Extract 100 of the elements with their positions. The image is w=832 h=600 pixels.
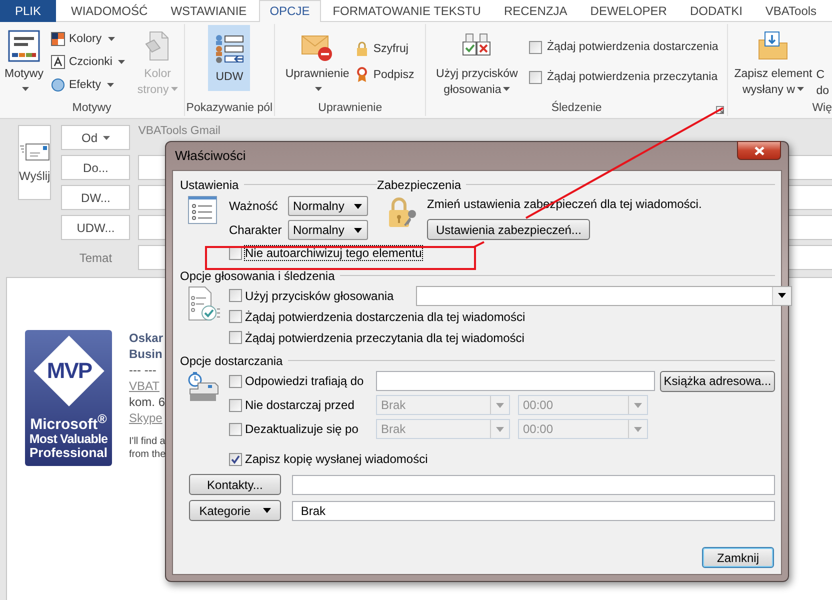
checkbox-label: Nie dostarczaj przed [245, 398, 356, 412]
ribbon-button-label[interactable]: do [816, 83, 829, 99]
checkbox-label: Użyj przycisków głosowania [245, 288, 395, 302]
ribbon-button[interactable]: Czcionki [49, 54, 128, 70]
checkbox-label: Żądaj potwierdzenia dostarczenia [546, 41, 718, 53]
section-heading: Opcje dostarczania [180, 354, 283, 368]
clock-tray-icon [188, 371, 219, 403]
checkbox-label: Odpowiedzi trafiają do [245, 374, 365, 388]
from-button[interactable]: Od [61, 125, 130, 150]
dropdown[interactable]: Normalny [288, 220, 368, 240]
categories-button[interactable]: Kategorie [189, 500, 281, 521]
ribbon-tab[interactable]: WIADOMOŚĆ [60, 0, 159, 22]
ribbon-button-label[interactable]: C [816, 67, 829, 83]
signature-text: kom. 6 [129, 394, 166, 410]
group-label: Pokazywanie pól [185, 101, 274, 116]
ribbon-button[interactable]: Użyj przycisków głosowania [428, 25, 525, 100]
group-label: Wię [811, 101, 832, 116]
dropdown[interactable]: Normalny [288, 196, 368, 216]
logo-text: MVP [46, 364, 91, 378]
signature-separator: --- --- [129, 362, 158, 378]
account-label: VBATools Gmail [138, 125, 220, 138]
checkbox[interactable] [528, 40, 542, 54]
envelope-icon [20, 142, 50, 160]
close-icon [754, 146, 764, 156]
checkbox-label: Zapisz kopię wysłanej wiadomości [245, 452, 428, 466]
address-button[interactable]: Do... [61, 155, 130, 180]
send-button[interactable]: Wyślij [18, 125, 52, 200]
ribbon-tab[interactable]: DODATKI [678, 0, 754, 22]
list-icon [188, 196, 217, 224]
logo-text: Most Valuable [29, 432, 108, 446]
ribbon-tab[interactable]: DEWELOPER [579, 0, 678, 22]
lock-icon [355, 41, 370, 57]
signature-name: Oskar [129, 330, 164, 346]
signature-note: from the [129, 448, 166, 461]
address-button[interactable]: DW... [61, 185, 130, 210]
subject-label: Temat [78, 250, 114, 264]
dialog-launcher-icon[interactable] [716, 106, 724, 114]
checkbox[interactable] [229, 310, 242, 323]
medal-icon [355, 67, 370, 83]
signature-note: I'll find a [129, 435, 166, 448]
dropdown-arrow-icon [496, 402, 504, 408]
palette-icon [51, 32, 65, 46]
section-heading: Ustawienia [180, 178, 239, 192]
dropdown-arrow-icon [496, 426, 504, 432]
address-book-button[interactable]: Książka adresowa... [660, 370, 775, 392]
themes-icon [8, 30, 40, 62]
checkbox[interactable] [229, 331, 242, 344]
dropdown-arrow-icon [634, 402, 642, 408]
field-label: Charakter [229, 223, 283, 237]
signature-link[interactable]: VBAT [129, 378, 166, 394]
ribbon-tab[interactable]: WSTAWIANIE [160, 0, 258, 22]
ribbon-button[interactable]: Uprawnienie [281, 25, 354, 100]
font-icon [51, 54, 65, 69]
checkbox-label: Dezaktualizuje się po [245, 422, 360, 436]
group-label: Śledzenie [550, 100, 603, 116]
ribbon-button[interactable]: Efekty [49, 76, 128, 93]
contacts-button[interactable]: Kontakty... [189, 474, 281, 495]
circle-icon [51, 78, 65, 92]
ribbon-tab[interactable]: RECENZJA [492, 0, 578, 22]
ribbon-tab[interactable]: FORMATOWANIE TEKSTU [322, 0, 492, 22]
ribbon-button[interactable]: Szyfruj [353, 40, 416, 58]
close-dialog-button[interactable]: Zamknij [702, 547, 774, 568]
field-label: Ważność [229, 199, 279, 213]
ribbon-tab[interactable]: PLIK [0, 0, 56, 22]
dropdown-arrow-icon [354, 204, 362, 208]
dialog-title: Właściwości [174, 147, 247, 165]
checkbox[interactable] [528, 70, 542, 84]
group-label: Uprawnienie [317, 101, 384, 116]
logo-text: Professional [29, 446, 108, 460]
field-list-icon [213, 33, 246, 65]
document-check-icon [188, 286, 220, 322]
ribbon-button[interactable]: UDW [208, 25, 250, 91]
signature-title: Busin [129, 346, 164, 362]
security-settings-button[interactable]: Ustawienia zabezpieczeń... [427, 219, 590, 240]
ribbon-button[interactable]: Motywy [1, 25, 47, 100]
section-heading: Zabezpieczenia [377, 178, 462, 192]
ribbon-tab[interactable]: OPCJE [258, 0, 321, 22]
dropdown-arrow-icon [262, 508, 271, 513]
section-heading: Opcje głosowania i śledzenia [180, 268, 335, 282]
checkbox[interactable] [229, 289, 242, 302]
ribbon-tab[interactable]: VBATools [754, 0, 828, 22]
dropdown-arrow-icon [634, 426, 642, 432]
categories-field[interactable]: Brak [292, 500, 775, 520]
checkbox-label: Żądaj potwierdzenia przeczytania [546, 71, 718, 83]
ribbon-button[interactable]: Podpisz [353, 66, 416, 84]
reply-to-field[interactable] [376, 371, 655, 391]
dropdown-arrow-icon [778, 293, 786, 298]
dropdown[interactable] [416, 286, 792, 306]
contacts-field[interactable] [292, 474, 775, 494]
checkbox[interactable] [229, 452, 242, 466]
address-button[interactable]: UDW... [61, 215, 130, 240]
close-button[interactable] [737, 141, 781, 160]
logo-text: Microsoft$^{®}$ [30, 412, 107, 432]
dropdown-arrow-icon [354, 228, 362, 232]
ribbon-button[interactable]: Kolory [49, 31, 128, 48]
checkbox[interactable] [229, 374, 242, 388]
ribbon-button[interactable]: Zapisz element wysłany w [731, 25, 816, 100]
group-label: Motywy [71, 101, 112, 116]
signature-link[interactable]: Skype [129, 410, 166, 426]
checkbox-label: Żądaj potwierdzenia przeczytania dla tej wiadomości [245, 330, 524, 344]
